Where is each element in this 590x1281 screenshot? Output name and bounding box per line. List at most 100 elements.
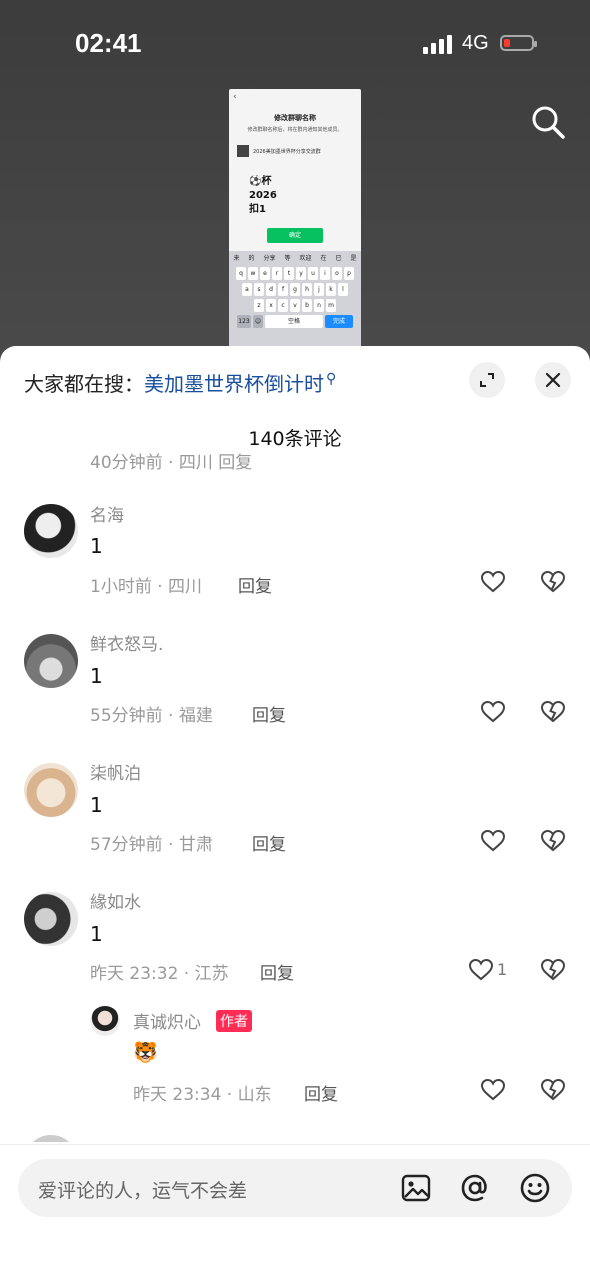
- mention-icon[interactable]: [459, 1172, 491, 1204]
- heart-icon[interactable]: [468, 958, 494, 982]
- preview-subtitle: 修改群聊名称后，将在群内通知其他成员。: [247, 127, 343, 133]
- reply-username[interactable]: 真诚炽心: [133, 1008, 201, 1033]
- preview-group-field: 2026美加墨世界杯分享交流群: [237, 145, 353, 157]
- avatar[interactable]: [24, 504, 78, 558]
- keyboard-suggestions: 来 的 分享 等 欢迎 在 已 是: [229, 251, 361, 264]
- comment-username[interactable]: 緣如水: [90, 888, 141, 913]
- comment-count: 140条评论: [248, 428, 342, 450]
- comment-username[interactable]: 鲜衣怒马.: [90, 630, 163, 655]
- back-chevron-icon: ‹: [233, 92, 237, 102]
- keyboard-key: m: [326, 299, 336, 312]
- broken-heart-icon[interactable]: [540, 829, 566, 853]
- comment-text: 1: [90, 664, 103, 688]
- keyboard-suggestion: 等: [284, 255, 291, 262]
- group-avatar-icon: [237, 145, 249, 157]
- keyboard-key: 123: [237, 315, 251, 328]
- poster-line: 2026: [249, 190, 277, 201]
- avatar[interactable]: [24, 763, 78, 817]
- keyboard-key: r: [272, 267, 282, 280]
- comment-placeholder: 爱评论的人，运气不会差: [38, 1180, 248, 1202]
- keyboard-key: d: [266, 283, 276, 296]
- keyboard-key: g: [290, 283, 300, 296]
- hot-search[interactable]: 大家都在搜： 美加墨世界杯倒计时 ⚲: [24, 368, 336, 397]
- keyboard-key: u: [308, 267, 318, 280]
- avatar[interactable]: [24, 634, 78, 688]
- comment-meta: 55分钟前 · 福建: [90, 706, 213, 726]
- preview-title: 修改群聊名称: [274, 114, 316, 122]
- comment-input[interactable]: 爱评论的人，运气不会差: [18, 1159, 572, 1217]
- close-icon: [545, 372, 561, 388]
- keyboard-suggestion: 已: [335, 255, 342, 262]
- reply-button[interactable]: 回复: [260, 959, 294, 984]
- avatar[interactable]: [24, 892, 78, 946]
- reply-button[interactable]: 回复: [252, 830, 286, 855]
- keyboard-suggestion: 来: [233, 255, 240, 262]
- keyboard-row: zxcvbnm: [229, 299, 361, 312]
- video-frame[interactable]: ‹ 修改群聊名称 修改群聊名称后，将在群内通知其他成员。 2026美加墨世界杯分…: [229, 89, 361, 349]
- expand-button[interactable]: [469, 362, 505, 398]
- author-badge: 作者: [216, 1010, 252, 1032]
- emoji-key-icon: ☺: [253, 315, 263, 328]
- signal-icon: [423, 34, 452, 54]
- preview-keyboard: 来的分享等欢迎在已是 qwertyuiop asdfghjkl zxcvbnm …: [229, 251, 361, 349]
- emoji-icon[interactable]: [519, 1172, 551, 1204]
- comment-username[interactable]: 柒帆泊: [90, 759, 141, 784]
- keyboard-suggestion: 在: [320, 255, 327, 262]
- close-button[interactable]: [535, 362, 571, 398]
- keyboard-key: j: [314, 283, 324, 296]
- network-type: 4G: [462, 32, 489, 54]
- preview-poster: ⚽杯 2026 扣1: [249, 175, 277, 217]
- image-icon[interactable]: [400, 1172, 432, 1204]
- keyboard-key: f: [278, 283, 288, 296]
- avatar[interactable]: [90, 1006, 120, 1036]
- reply-text: 🐯: [133, 1040, 158, 1064]
- keyboard-key: q: [236, 267, 246, 280]
- comment-list[interactable]: 40分钟前 · 四川 回复 名海 1 1小时前 · 四川 回复 鲜衣怒马. 1 …: [0, 452, 590, 1142]
- keyboard-key: l: [338, 283, 348, 296]
- preview-confirm-button: 确定: [267, 228, 323, 243]
- heart-icon[interactable]: [480, 570, 506, 594]
- heart-icon[interactable]: [480, 700, 506, 724]
- keyboard-key: a: [242, 283, 252, 296]
- keyboard-key: c: [278, 299, 288, 312]
- keyboard-key: z: [254, 299, 264, 312]
- keyboard-key: t: [284, 267, 294, 280]
- comment-text: 1: [90, 534, 103, 558]
- keyboard-key: w: [248, 267, 258, 280]
- search-small-icon: ⚲: [326, 370, 337, 387]
- broken-heart-icon[interactable]: [540, 570, 566, 594]
- comment-meta: 1小时前 · 四川: [90, 577, 203, 597]
- comment-username[interactable]: 名海: [90, 501, 124, 526]
- preview-group-name: 2026美加墨世界杯分享交流群: [253, 148, 321, 155]
- hot-search-keyword[interactable]: 美加墨世界杯倒计时: [144, 368, 324, 397]
- heart-icon[interactable]: [480, 1078, 506, 1102]
- keyboard-suggestion: 的: [248, 255, 255, 262]
- poster-line: ⚽杯: [249, 176, 272, 187]
- keyboard-key: i: [320, 267, 330, 280]
- keyboard-row: 123 ☺ 空格 完成: [229, 315, 361, 328]
- keyboard-key: o: [332, 267, 342, 280]
- cutoff-row: 40分钟前 · 四川 回复: [90, 453, 253, 473]
- keyboard-row: qwertyuiop: [229, 267, 361, 280]
- keyboard-key: h: [302, 283, 312, 296]
- broken-heart-icon[interactable]: [540, 1078, 566, 1102]
- search-icon[interactable]: [530, 104, 566, 140]
- keyboard-key: b: [302, 299, 312, 312]
- reply-button[interactable]: 回复: [252, 701, 286, 726]
- comment-text: 1: [90, 793, 103, 817]
- avatar[interactable]: [24, 1135, 78, 1142]
- broken-heart-icon[interactable]: [540, 700, 566, 724]
- broken-heart-icon[interactable]: [540, 958, 566, 982]
- reply-meta: 昨天 23:34 · 山东: [133, 1085, 272, 1105]
- status-time: 02:41: [75, 28, 142, 58]
- keyboard-key: 完成: [325, 315, 353, 328]
- keyboard-suggestion: 分享: [263, 255, 276, 262]
- keyboard-key: e: [260, 267, 270, 280]
- battery-icon: [500, 35, 537, 51]
- keyboard-key: v: [290, 299, 300, 312]
- reply-button[interactable]: 回复: [304, 1080, 338, 1105]
- expand-icon: [480, 373, 494, 387]
- comment-panel: 大家都在搜： 美加墨世界杯倒计时 ⚲ 140条评论 40分钟前 · 四川 回复 …: [0, 346, 590, 1280]
- heart-icon[interactable]: [480, 829, 506, 853]
- reply-button[interactable]: 回复: [238, 572, 272, 597]
